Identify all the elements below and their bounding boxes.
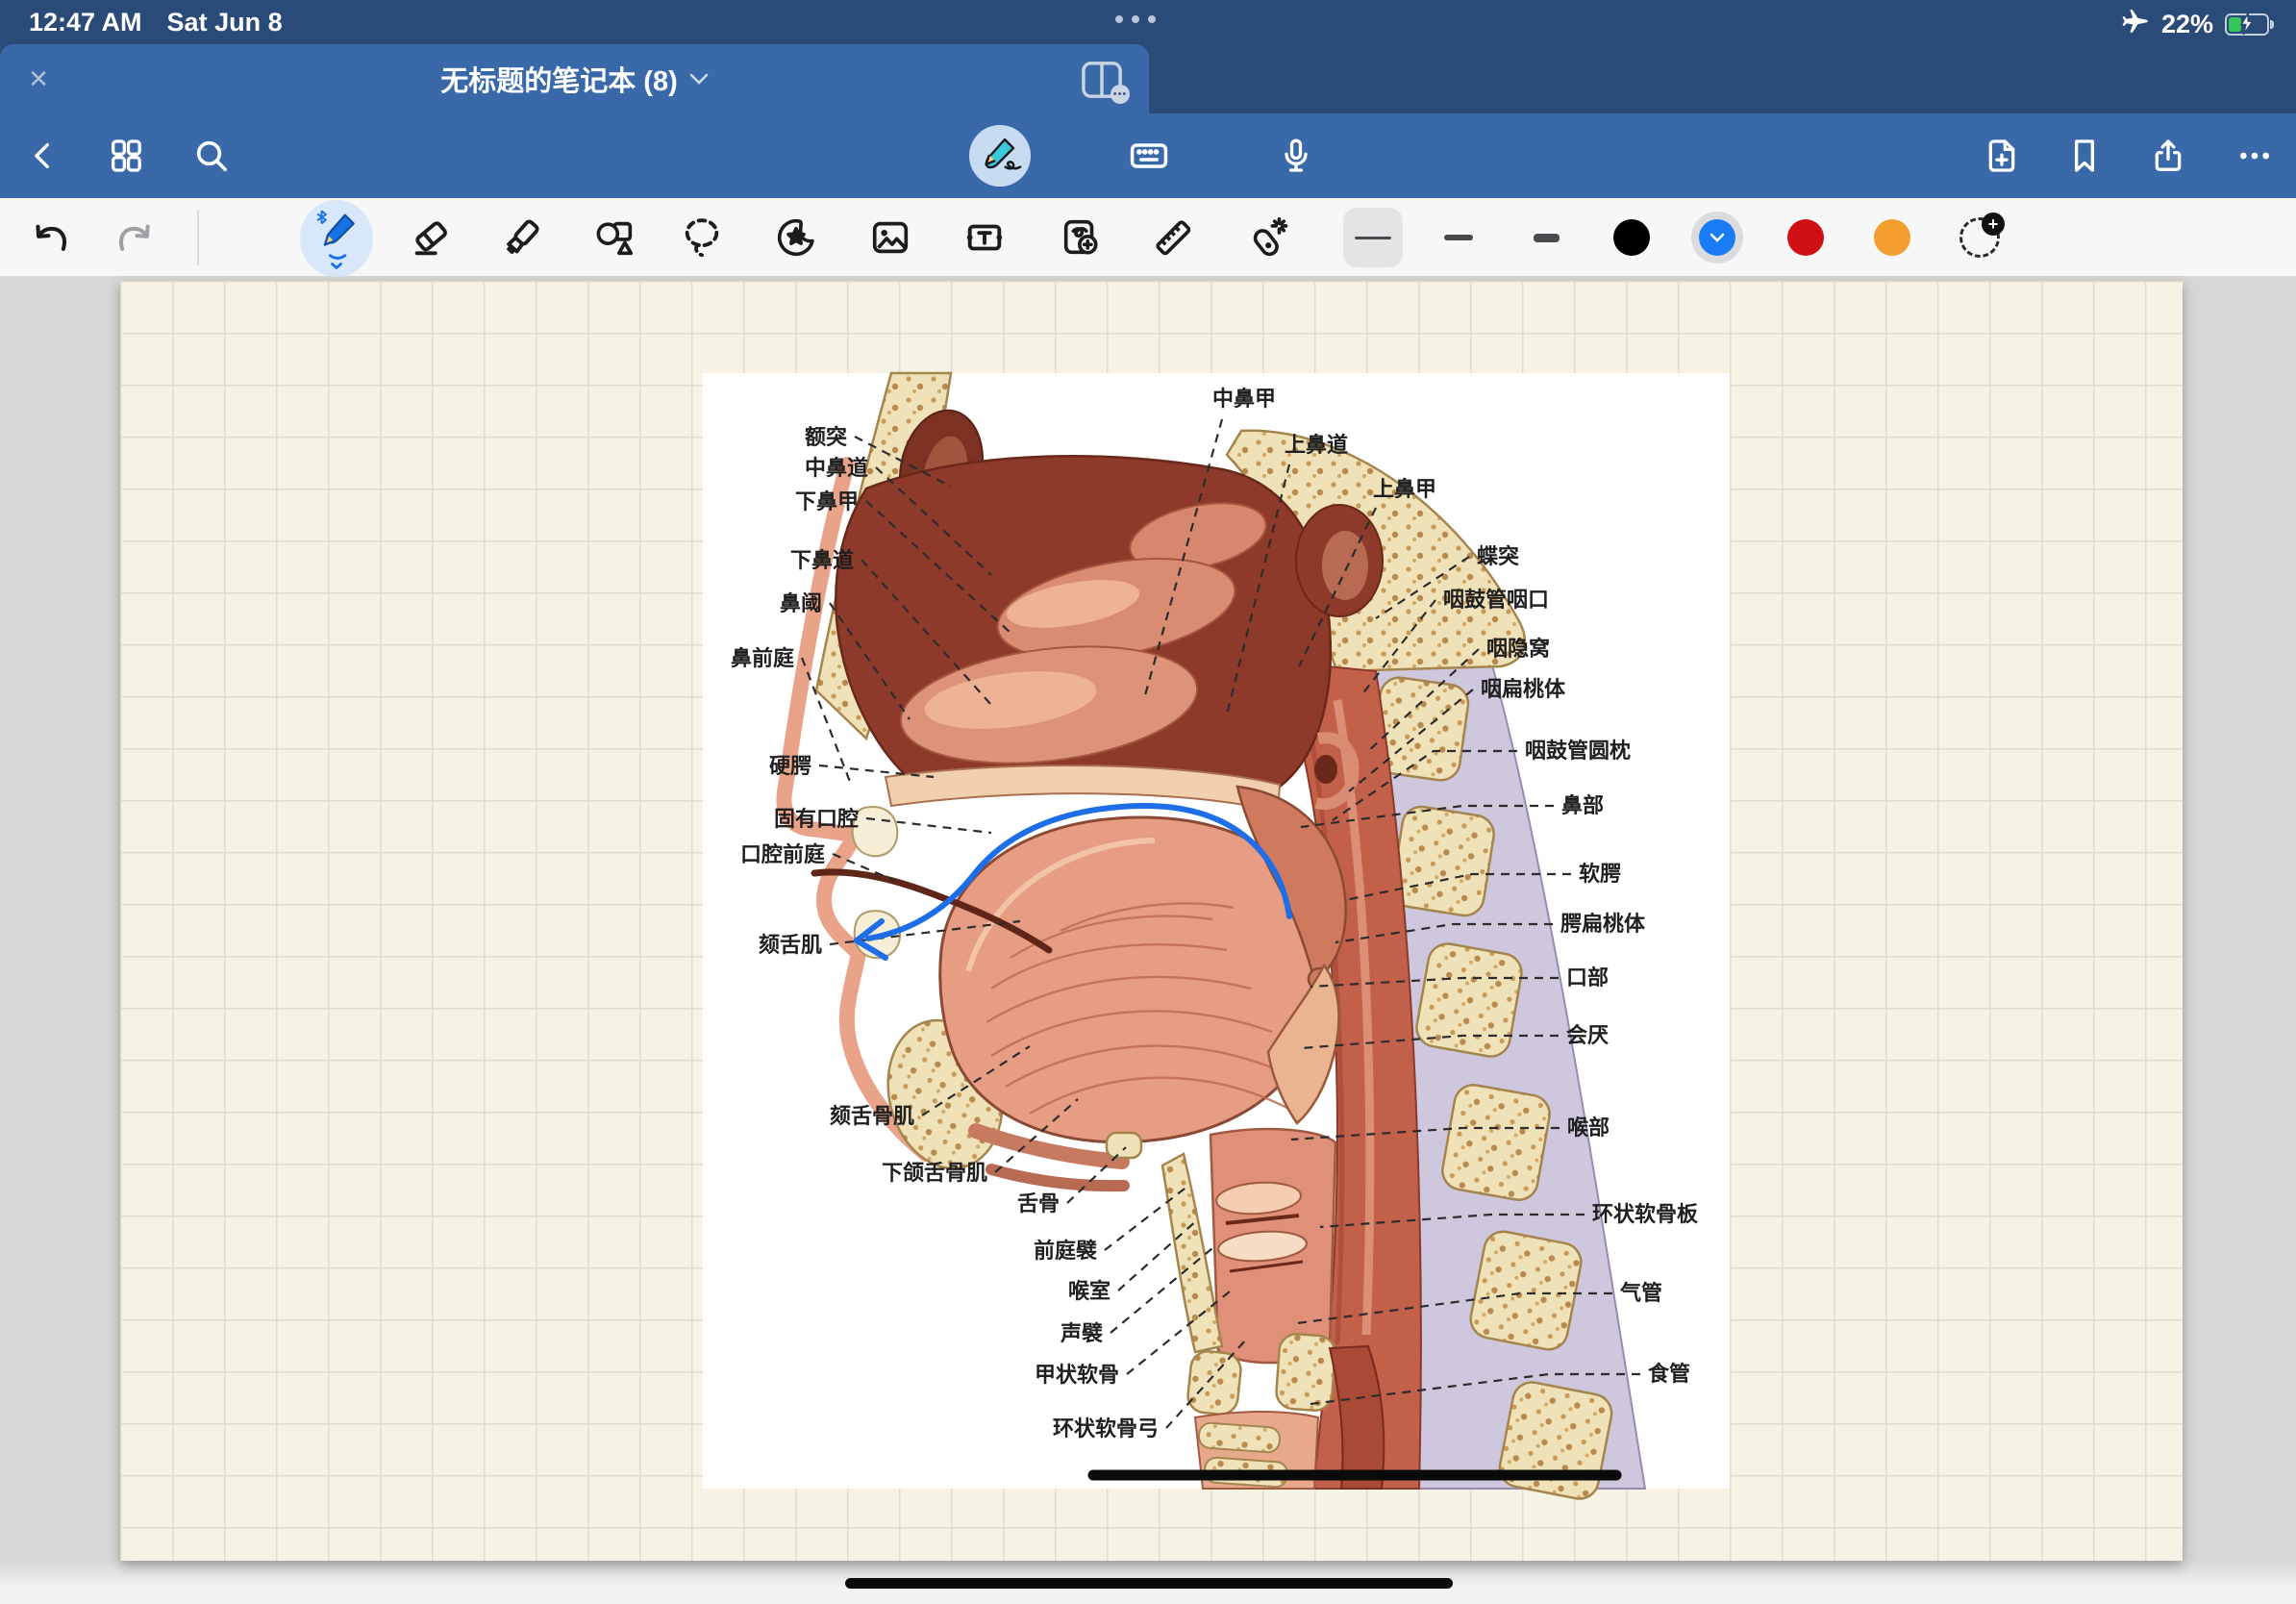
figure-label: 口部 xyxy=(1566,965,1609,990)
figure-label: 喉室 xyxy=(1068,1279,1111,1303)
share-button[interactable] xyxy=(2141,129,2195,183)
laser-pointer-tool[interactable] xyxy=(1238,209,1296,266)
status-bar: 12:47 AM Sat Jun 8 22% xyxy=(0,0,2296,44)
figure-label: 额突 xyxy=(805,425,847,449)
eraser-tool[interactable] xyxy=(402,209,460,266)
figure-label: 甲状软骨 xyxy=(1035,1363,1119,1387)
chevron-down-icon xyxy=(1710,233,1725,242)
undo-button[interactable] xyxy=(22,209,80,266)
tools-bar: + xyxy=(0,198,2296,277)
figure-label: 口腔前庭 xyxy=(740,842,825,866)
figure-label: 颏舌肌 xyxy=(759,933,822,957)
figure-label: 环状软骨弓 xyxy=(1053,1416,1159,1441)
text-tool[interactable] xyxy=(956,209,1013,266)
pen-mode-toggle[interactable] xyxy=(969,125,1031,187)
thumbnails-grid-button[interactable] xyxy=(99,129,153,183)
image-tool[interactable] xyxy=(861,209,919,266)
multitask-dots-icon xyxy=(1115,15,1156,23)
search-button[interactable] xyxy=(185,129,238,183)
figure-label: 腭扁桃体 xyxy=(1560,912,1646,936)
pen-tool-selected[interactable] xyxy=(300,200,373,277)
figure-label: 鼻阈 xyxy=(780,591,822,615)
stroke-width-medium[interactable] xyxy=(1429,208,1488,267)
figure-label: 舌骨 xyxy=(1017,1191,1060,1216)
canvas-area[interactable]: 额突中鼻道下鼻甲下鼻道鼻阈鼻前庭硬腭固有口腔口腔前庭颏舌肌颏舌骨肌下颌舌骨肌舌骨… xyxy=(0,277,2296,1604)
split-view-badge: ••• xyxy=(1111,85,1130,104)
lasso-tool[interactable] xyxy=(673,209,731,266)
note-page[interactable]: 额突中鼻道下鼻甲下鼻道鼻阈鼻前庭硬腭固有口腔口腔前庭颏舌肌颏舌骨肌下颌舌骨肌舌骨… xyxy=(120,281,2183,1561)
plus-icon: + xyxy=(1982,213,2005,236)
back-button[interactable] xyxy=(16,129,70,183)
stroke-width-thin[interactable] xyxy=(1343,208,1403,267)
figure-label: 蝶突 xyxy=(1477,544,1519,568)
bluetooth-icon xyxy=(317,211,326,223)
battery-percent: 22% xyxy=(2161,10,2213,39)
notebook-tab[interactable]: × 无标题的笔记本 (8) ••• xyxy=(0,44,1149,113)
stroke-width-thick[interactable] xyxy=(1516,208,1576,267)
figure-label: 硬腭 xyxy=(769,754,811,778)
figure-label: 软腭 xyxy=(1579,862,1621,886)
figure-label: 上鼻道 xyxy=(1285,433,1348,457)
clock: 12:47 AM xyxy=(29,8,142,38)
anatomy-figure[interactable]: 额突中鼻道下鼻甲下鼻道鼻阈鼻前庭硬腭固有口腔口腔前庭颏舌肌颏舌骨肌下颌舌骨肌舌骨… xyxy=(703,373,1730,1489)
figure-label: 咽扁桃体 xyxy=(1481,677,1566,701)
battery-charging-icon xyxy=(2225,13,2269,36)
figure-label: 咽鼓管圆枕 xyxy=(1525,739,1631,763)
chevron-down-icon xyxy=(689,73,709,85)
highlighter-tool[interactable] xyxy=(493,209,551,266)
bookmark-button[interactable] xyxy=(2058,129,2111,183)
figure-label: 咽隐窝 xyxy=(1486,637,1550,661)
toolbar-divider xyxy=(197,210,199,265)
figure-label: 中鼻道 xyxy=(805,456,868,480)
figure-label: 喉部 xyxy=(1567,1115,1610,1140)
airplane-mode-icon xyxy=(2121,7,2150,42)
figure-label: 下颌舌骨肌 xyxy=(882,1161,987,1185)
goodnotes-app: 12:47 AM Sat Jun 8 22% × 无标题的笔记本 (8) xyxy=(0,0,2296,1604)
figure-label: 环状软骨板 xyxy=(1592,1202,1699,1226)
figure-label: 上鼻甲 xyxy=(1373,477,1436,501)
date: Sat Jun 8 xyxy=(167,8,283,38)
more-options-button[interactable] xyxy=(2228,129,2282,183)
figure-label: 下鼻甲 xyxy=(795,489,859,514)
figure-label: 声襞 xyxy=(1060,1321,1103,1345)
sticker-tool[interactable] xyxy=(767,209,825,266)
figure-label: 前庭襞 xyxy=(1034,1239,1097,1263)
tab-bar: × 无标题的笔记本 (8) ••• xyxy=(0,44,2296,113)
color-swatch-red[interactable] xyxy=(1787,219,1824,256)
navigation-bar xyxy=(0,113,2296,198)
redo-button[interactable] xyxy=(106,209,163,266)
color-swatch-blue-selected[interactable] xyxy=(1691,212,1743,263)
keyboard-button[interactable] xyxy=(1122,129,1176,183)
shapes-tool[interactable] xyxy=(586,209,644,266)
home-indicator[interactable] xyxy=(845,1578,1453,1589)
zoom-window-tool[interactable] xyxy=(1052,209,1110,266)
add-color-button[interactable]: + xyxy=(1959,217,2000,258)
ruler-tool[interactable] xyxy=(1144,209,1202,266)
add-page-button[interactable] xyxy=(1975,129,2029,183)
color-swatch-orange[interactable] xyxy=(1874,219,1910,256)
notebook-title[interactable]: 无标题的笔记本 (8) xyxy=(0,44,1149,113)
figure-label: 鼻部 xyxy=(1561,793,1604,817)
figure-label: 鼻前庭 xyxy=(731,646,794,670)
split-view-icon[interactable]: ••• xyxy=(1080,60,1124,100)
figure-label: 食管 xyxy=(1648,1362,1690,1386)
color-swatch-black[interactable] xyxy=(1613,219,1650,256)
figure-label: 下鼻道 xyxy=(790,548,854,572)
figure-label: 中鼻甲 xyxy=(1212,387,1276,411)
figure-label: 固有口腔 xyxy=(774,807,859,831)
figure-label: 会厌 xyxy=(1566,1023,1609,1047)
figure-label: 气管 xyxy=(1619,1281,1662,1305)
microphone-button[interactable] xyxy=(1269,129,1323,183)
figure-label: 颏舌骨肌 xyxy=(830,1104,914,1128)
figure-label: 咽鼓管咽口 xyxy=(1443,588,1549,612)
